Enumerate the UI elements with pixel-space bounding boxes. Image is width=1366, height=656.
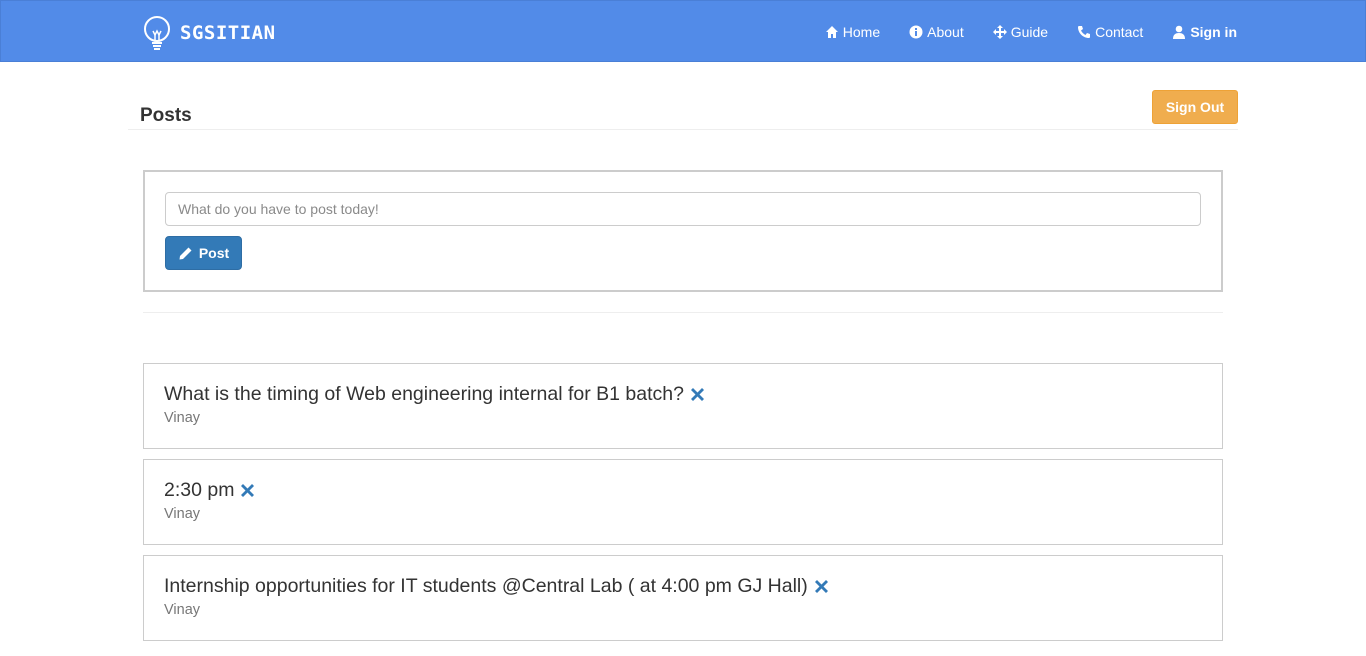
nav-home[interactable]: Home (825, 24, 880, 40)
nav-sign-in[interactable]: Sign in (1172, 24, 1237, 40)
post-author: Vinay (164, 602, 201, 618)
lightbulb-icon (144, 16, 170, 50)
post-button-label: Post (198, 245, 230, 261)
phone-icon (1078, 26, 1091, 38)
nav-contact[interactable]: Contact (1077, 24, 1143, 40)
nav-home-label: Home (842, 24, 881, 40)
home-icon (825, 26, 838, 38)
post-text: Internship opportunities for IT students… (164, 575, 808, 597)
nav-contact-label: Contact (1095, 24, 1144, 40)
post-text: 2:30 pm (164, 479, 235, 501)
post-composer: Post (143, 170, 1223, 292)
nav-sign-in-label: Sign in (1190, 24, 1237, 40)
main-nav: Home About Guide Contact Sign in (796, 1, 1237, 63)
post-text: What is the timing of Web engineering in… (164, 383, 684, 405)
brand-link[interactable]: SGSITIAN (143, 15, 276, 51)
top-navbar: SGSITIAN Home About Guide Contact Sign i… (0, 0, 1366, 62)
info-icon (909, 25, 923, 39)
post-item: What is the timing of Web engineering in… (143, 363, 1223, 449)
post-input[interactable] (165, 192, 1201, 226)
delete-icon[interactable] (814, 580, 828, 593)
nav-about[interactable]: About (909, 24, 964, 40)
pencil-icon (179, 247, 192, 259)
header-divider (128, 129, 1238, 130)
user-icon (1173, 25, 1186, 39)
delete-icon[interactable] (241, 484, 255, 497)
delete-icon[interactable] (690, 388, 704, 401)
brand-name: SGSITIAN (180, 22, 276, 44)
composer-divider (143, 312, 1223, 313)
page-title: Posts (140, 105, 192, 126)
move-arrows-icon (992, 25, 1007, 39)
nav-guide-label: Guide (1010, 24, 1049, 40)
post-item: Internship opportunities for IT students… (143, 555, 1223, 641)
post-item: 2:30 pm Vinay (143, 459, 1223, 545)
post-button[interactable]: Post (165, 236, 242, 270)
nav-guide[interactable]: Guide (992, 24, 1049, 40)
post-author: Vinay (164, 506, 201, 522)
post-author: Vinay (164, 410, 201, 426)
sign-out-button[interactable]: Sign Out (1152, 90, 1238, 124)
nav-about-label: About (927, 24, 964, 40)
